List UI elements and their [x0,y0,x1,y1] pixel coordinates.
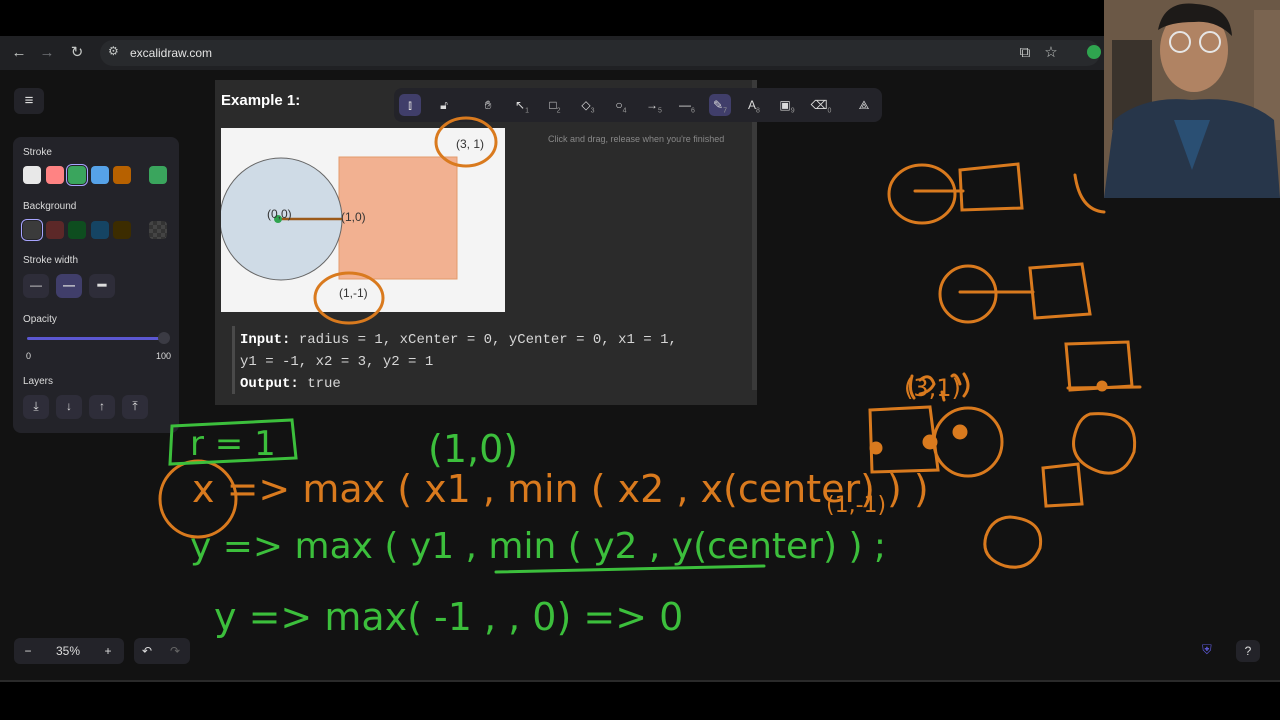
stroke-swatch[interactable] [45,166,64,184]
tool-hint: Click and drag, release when you're fini… [548,134,725,144]
stroke-width-label: Stroke width [23,255,79,266]
opacity-slider-thumb[interactable] [158,332,170,344]
draw-icon[interactable]: ✎7 [709,94,731,116]
undo-icon[interactable]: ↶ [138,644,156,658]
background-label: Background [23,201,77,212]
fig-center-label: (0,0) [267,207,292,221]
stroke-width-extra-bold[interactable]: ━ [89,274,115,298]
fig-p31-label: (3, 1) [456,137,484,151]
zoom-out-button[interactable]: − [20,644,36,658]
background-swatch[interactable] [90,221,109,239]
opacity-min: 0 [26,351,32,361]
reload-icon[interactable]: ↻ [68,44,86,62]
background-swatch[interactable] [21,219,43,241]
stroke-swatch[interactable] [66,164,88,186]
send-backward-icon[interactable]: ↓ [56,395,82,419]
bring-forward-icon[interactable]: ↑ [89,395,115,419]
lock-icon[interactable]: 🔓︎ [433,94,455,116]
bookmark-star-icon[interactable]: ☆ [1042,44,1060,62]
stroke-swatch[interactable] [113,166,131,184]
bring-to-front-icon[interactable]: ⤒ [122,395,148,419]
send-to-back-icon[interactable]: ⤓ [23,395,49,419]
diamond-icon[interactable]: ◇3 [577,94,599,116]
help-button[interactable]: ? [1236,640,1260,662]
example-scrollbar [752,80,757,390]
presentation-icon[interactable]: ⫾ [399,94,421,116]
arrow-icon[interactable]: →5 [643,94,665,116]
opacity-label: Opacity [23,314,57,325]
background-swatch[interactable] [68,221,86,239]
hand-icon[interactable]: ✋︎ [477,94,499,116]
stroke-width-thin[interactable]: — [23,274,49,298]
text-icon[interactable]: A8 [743,94,765,116]
rectangle-icon[interactable]: □2 [544,94,566,116]
address-bar[interactable] [100,40,1100,66]
stroke-custom-color[interactable] [149,166,167,184]
background-swatch[interactable] [113,221,131,239]
extra-tools-icon[interactable]: ⟁ [853,94,875,116]
stroke-swatch[interactable] [90,166,109,184]
shield-icon[interactable]: ⛨ [1202,642,1216,658]
fig-one-label: (1,0) [341,210,366,224]
stroke-width-bold[interactable]: — [56,274,82,298]
image-icon[interactable]: ▣9 [776,94,798,116]
background-transparent-swatch[interactable] [149,221,167,239]
zoom-in-button[interactable]: + [100,644,116,658]
webcam-video [1104,0,1280,198]
layers-label: Layers [23,376,54,387]
taskbar [0,680,1280,720]
output-line: Output: true [240,376,341,392]
example-figure: (0,0) (1,0) (3, 1) (1,-1) [219,128,505,312]
zoom-level[interactable]: 35% [50,644,86,658]
opacity-max: 100 [156,351,172,361]
input-line-1: Input: radius = 1, xCenter = 0, yCenter … [240,332,677,348]
opacity-slider[interactable] [27,337,165,340]
main-menu-button[interactable]: ≡ [14,88,44,114]
url-text: excalidraw.com [130,46,213,60]
io-quote-bar [232,326,235,394]
background-swatch[interactable] [45,221,64,239]
redo-icon[interactable]: ↷ [166,644,184,658]
forward-icon[interactable]: → [38,44,56,62]
shape-toolbar [394,88,882,122]
site-info-icon[interactable]: ⚙ [108,44,119,58]
stroke-swatch[interactable] [23,166,41,184]
line-icon[interactable]: —6 [676,94,698,116]
example-title: Example 1: [221,92,301,109]
input-line-2: y1 = -1, x2 = 3, y2 = 1 [240,354,434,370]
eraser-icon[interactable]: ⌫0 [810,94,832,116]
install-icon[interactable]: ⧉ [1016,44,1034,62]
fig-p1m1-label: (1,-1) [339,286,368,300]
ellipse-icon[interactable]: ○4 [610,94,632,116]
back-icon[interactable]: ← [10,44,28,62]
selection-icon[interactable]: ↖1 [511,94,533,116]
stroke-label: Stroke [23,147,52,158]
extension-icon[interactable] [1087,45,1101,59]
